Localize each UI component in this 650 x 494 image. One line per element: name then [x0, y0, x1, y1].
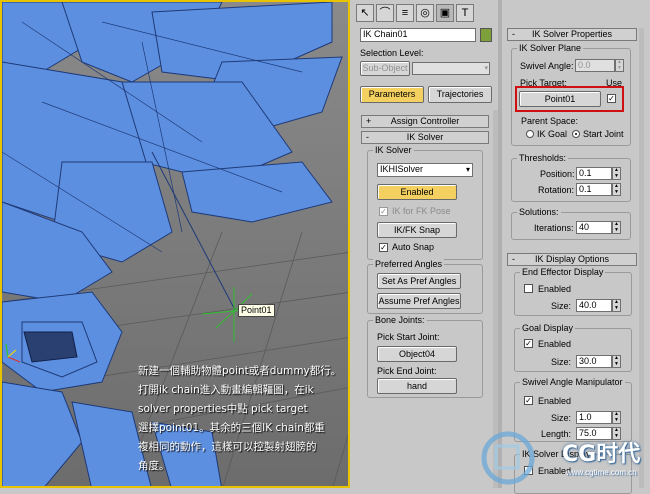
parent-space-label: Parent Space: [519, 116, 581, 126]
utilities-icon[interactable]: T [456, 4, 474, 22]
swivel-angle-spinner[interactable]: ▲ ▼ [615, 59, 624, 72]
pick-end-joint-label: Pick End Joint: [377, 366, 437, 376]
swivel-angle-input[interactable]: 0.0 [575, 59, 615, 72]
swivel-enabled-checkbox[interactable]: ✓ [524, 396, 533, 405]
assign-controller-rollout[interactable]: + Assign Controller [361, 115, 489, 128]
position-label: Position: [540, 169, 575, 179]
swivel-angle-label: Swivel Angle: [520, 61, 574, 71]
ik-display-options-rollout[interactable]: - IK Display Options [507, 253, 637, 266]
end-effector-size-spinner[interactable]: ▲ ▼ [612, 299, 621, 312]
position-input[interactable]: 0.1 [576, 167, 612, 180]
ik-fk-snap-button[interactable]: IK/FK Snap [377, 222, 457, 238]
solver-value: IKHISolver [380, 164, 424, 174]
collapse-icon: - [512, 29, 515, 39]
auto-snap-checkbox[interactable]: ✓ [379, 243, 388, 252]
iterations-spinner[interactable]: ▲ ▼ [612, 221, 621, 234]
group-title: Goal Display [520, 323, 576, 333]
rollout-title: IK Display Options [534, 254, 610, 264]
motion-icon[interactable]: ◎ [416, 4, 434, 22]
group-title: Preferred Angles [373, 259, 445, 269]
start-joint-button[interactable]: Object04 [377, 346, 457, 362]
rotation-input[interactable]: 0.1 [576, 183, 612, 196]
enabled-button[interactable]: Enabled [377, 184, 457, 200]
group-title: Thresholds: [517, 153, 569, 163]
end-effector-size-input[interactable]: 40.0 [576, 299, 612, 312]
end-joint-button[interactable]: hand [377, 378, 457, 394]
swivel-enabled-label: Enabled [538, 396, 572, 406]
sub-object-button[interactable]: Sub-Object [360, 61, 410, 76]
caption-line: solver properties中點 pick target [138, 403, 308, 415]
selection-level-label: Selection Level: [360, 48, 424, 58]
arrow-select-icon[interactable]: ↖ [356, 4, 374, 22]
perspective-viewport[interactable]: Point01 新建一個輔助物體point或者dummy都行。 打開ik cha… [0, 0, 350, 488]
object-color-swatch[interactable] [480, 28, 492, 42]
pick-start-joint-label: Pick Start Joint: [377, 332, 440, 342]
ik-for-fk-pose-checkbox[interactable]: ✓ [379, 207, 388, 216]
rollout-title: Assign Controller [390, 116, 460, 126]
tutorial-caption: 新建一個輔助物體point或者dummy都行。 打開ik chain進入動畫編輯… [138, 362, 348, 476]
cgtime-logo-icon [481, 431, 535, 485]
rotation-label: Rotation: [538, 185, 575, 195]
watermark-brand: CG时代 [562, 442, 641, 467]
goal-size-label: Size: [551, 357, 572, 367]
start-joint-radio[interactable] [572, 130, 580, 138]
swivel-size-label: Size: [551, 413, 572, 423]
rollout-title: IK Solver [406, 132, 444, 142]
expand-icon: + [366, 116, 372, 126]
sub-object-dropdown[interactable]: ▾ [412, 62, 490, 75]
caption-line: 新建一個輔助物體point或者dummy都行。 [138, 365, 342, 377]
caption-line: 複相同的動作，這樣可以控製射翅膀的 [138, 441, 317, 453]
trajectories-button[interactable]: Trajectories [428, 86, 492, 103]
parameters-button[interactable]: Parameters [360, 86, 424, 103]
end-effector-enabled-label: Enabled [538, 284, 572, 294]
group-title: End Effector Display [520, 267, 606, 277]
goal-size-spinner[interactable]: ▲ ▼ [612, 355, 621, 368]
group-title: Swivel Angle Manipulator [520, 377, 625, 387]
cgtime-watermark: CG时代 www.cgtime.com.cn [478, 428, 650, 488]
object-name-input[interactable]: IK Chain01 [360, 28, 476, 42]
goal-enabled-checkbox[interactable]: ✓ [524, 339, 533, 348]
set-as-pref-angles-button[interactable]: Set As Pref Angles [377, 273, 461, 289]
chevron-down-icon: ▾ [465, 165, 470, 174]
ik-for-fk-pose-label: IK for FK Pose [392, 206, 451, 216]
swivel-size-spinner[interactable]: ▲ ▼ [612, 411, 621, 424]
watermark-url: www.cgtime.com.cn [566, 468, 637, 477]
panel-divider [498, 0, 502, 488]
group-title: Solutions: [517, 207, 561, 217]
ik-solver-properties-rollout[interactable]: - IK Solver Properties [507, 28, 637, 41]
ik-goal-radio[interactable] [526, 130, 534, 138]
position-spinner[interactable]: ▲ ▼ [612, 167, 621, 180]
rotation-spinner[interactable]: ▲ ▼ [612, 183, 621, 196]
auto-snap-label: Auto Snap [392, 242, 435, 252]
highlight-box [515, 86, 624, 112]
hierarchy-icon[interactable]: ≡ [396, 4, 414, 22]
group-title: IK Solver Plane [517, 43, 584, 53]
chevron-down-icon: ▾ [484, 65, 488, 72]
ik-goal-label: IK Goal [537, 129, 568, 139]
iterations-input[interactable]: 40 [576, 221, 612, 234]
collapse-icon: - [512, 254, 515, 264]
solver-dropdown[interactable]: IKHISolver ▾ [377, 163, 473, 177]
caption-line: 打開ik chain進入動畫編輯韁圖，在ik [138, 384, 314, 396]
goal-enabled-label: Enabled [538, 339, 572, 349]
right-panel-scrollbar[interactable] [639, 28, 644, 488]
command-panel-tabs: ↖ ⌒ ≡ ◎ ▣ T [356, 4, 496, 24]
end-effector-size-label: Size: [551, 301, 572, 311]
group-title: IK Solver [373, 145, 414, 155]
ik-solver-rollout[interactable]: - IK Solver [361, 131, 489, 144]
assume-pref-angles-button[interactable]: Assume Pref Angles [377, 293, 461, 309]
collapse-icon: - [366, 132, 369, 142]
rollout-title: IK Solver Properties [531, 29, 613, 39]
point01-label: Point01 [238, 304, 275, 317]
group-title: Bone Joints: [373, 315, 427, 325]
caption-line: 選擇point01。其余的三個IK chain都重 [138, 422, 325, 434]
swivel-size-input[interactable]: 1.0 [576, 411, 612, 424]
display-icon[interactable]: ▣ [436, 4, 454, 22]
caption-line: 角度。 [138, 460, 170, 472]
goal-size-input[interactable]: 30.0 [576, 355, 612, 368]
modify-curve-icon[interactable]: ⌒ [376, 4, 394, 22]
end-effector-enabled-checkbox[interactable] [524, 284, 533, 293]
start-joint-label: Start Joint [583, 129, 624, 139]
iterations-label: Iterations: [534, 223, 574, 233]
